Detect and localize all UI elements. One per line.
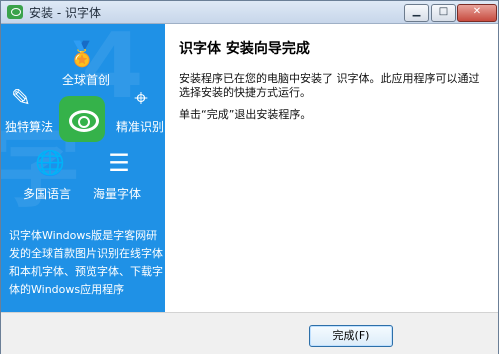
- feature-label-multilingual: 多国语言: [23, 187, 72, 201]
- feature-label-accurate-recognition: 精准识别: [116, 120, 165, 134]
- title-bar[interactable]: 安装 - 识字体 ▁ □ ✕: [1, 1, 498, 24]
- close-button[interactable]: ✕: [457, 4, 497, 22]
- pencil-ruler-icon: ✎: [10, 84, 32, 112]
- globe-search-icon: 🌐: [35, 149, 65, 177]
- target-icon: ⌖: [134, 84, 148, 112]
- completion-heading: 识字体 安装向导完成: [179, 41, 310, 57]
- feature-panel: 4 字 🏅 全球首创 ✎ 独特算法 ⌖ 精准识别 🌐 多国语言 ☰ 海量字体 识…: [1, 24, 165, 312]
- feature-label-global-first: 全球首创: [62, 73, 111, 87]
- feature-label-unique-algorithm: 独特算法: [5, 120, 54, 134]
- window-title: 安装 - 识字体: [29, 6, 101, 20]
- content-panel: 识字体 安装向导完成 安装程序已在您的电脑中安装了 识字体。此应用程序可以通过选…: [166, 24, 498, 312]
- medal-icon: 🏅: [67, 40, 97, 68]
- stack-icon: ☰: [108, 149, 130, 177]
- recognition-logo: [59, 96, 105, 142]
- completion-message: 安装程序已在您的电脑中安装了 识字体。此应用程序可以通过选择安装的快捷方式运行。: [179, 72, 480, 99]
- product-description: 识字体Windows版是字客网研发的全球首款图片识别在线字体和本机字体、预览字体…: [9, 229, 163, 296]
- app-icon: [7, 5, 23, 19]
- installer-window: 安装 - 识字体 ▁ □ ✕ 4 字 🏅 全球首创 ✎ 独特算法 ⌖ 精准识别 …: [0, 0, 499, 354]
- maximize-button[interactable]: □: [431, 4, 456, 22]
- button-bar: 完成(F): [1, 312, 498, 354]
- finish-button[interactable]: 完成(F): [309, 325, 393, 347]
- exit-instruction: 单击“完成”退出安装程序。: [179, 108, 312, 121]
- minimize-button[interactable]: ▁: [404, 4, 429, 22]
- feature-label-massive-fonts: 海量字体: [93, 187, 142, 201]
- eye-icon: [69, 110, 99, 132]
